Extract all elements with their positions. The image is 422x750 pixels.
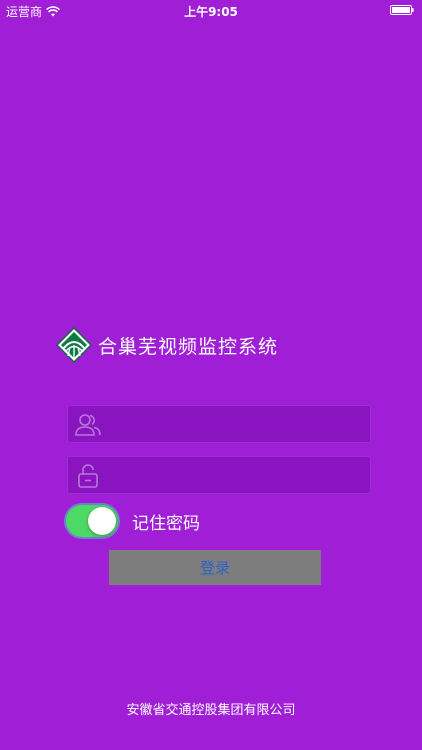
status-bar: 运营商 上午9:05 bbox=[0, 0, 422, 20]
users-icon bbox=[75, 414, 101, 436]
remember-password-row: 记住密码 bbox=[66, 505, 200, 537]
app-title: 合巢芜视频监控系统 bbox=[98, 335, 279, 358]
remember-password-label: 记住密码 bbox=[132, 513, 200, 534]
brand-header: 合巢芜视频监控系统 bbox=[56, 327, 278, 363]
login-screen: 运营商 上午9:05 合巢芜视频监控系统 记住密码 登录 安徽省交通控股集团有限… bbox=[0, 0, 422, 750]
login-button[interactable]: 登录 bbox=[109, 550, 321, 585]
status-time: 上午9:05 bbox=[184, 5, 238, 19]
company-footer: 安徽省交通控股集团有限公司 bbox=[126, 703, 296, 718]
remember-password-toggle[interactable] bbox=[66, 505, 118, 537]
password-field[interactable] bbox=[67, 456, 371, 495]
lock-icon bbox=[78, 464, 98, 488]
username-field[interactable] bbox=[67, 405, 371, 444]
password-input[interactable] bbox=[110, 457, 370, 495]
battery-icon bbox=[390, 5, 414, 15]
company-logo bbox=[56, 327, 92, 363]
username-input[interactable] bbox=[110, 406, 370, 444]
toggle-knob bbox=[88, 507, 116, 535]
